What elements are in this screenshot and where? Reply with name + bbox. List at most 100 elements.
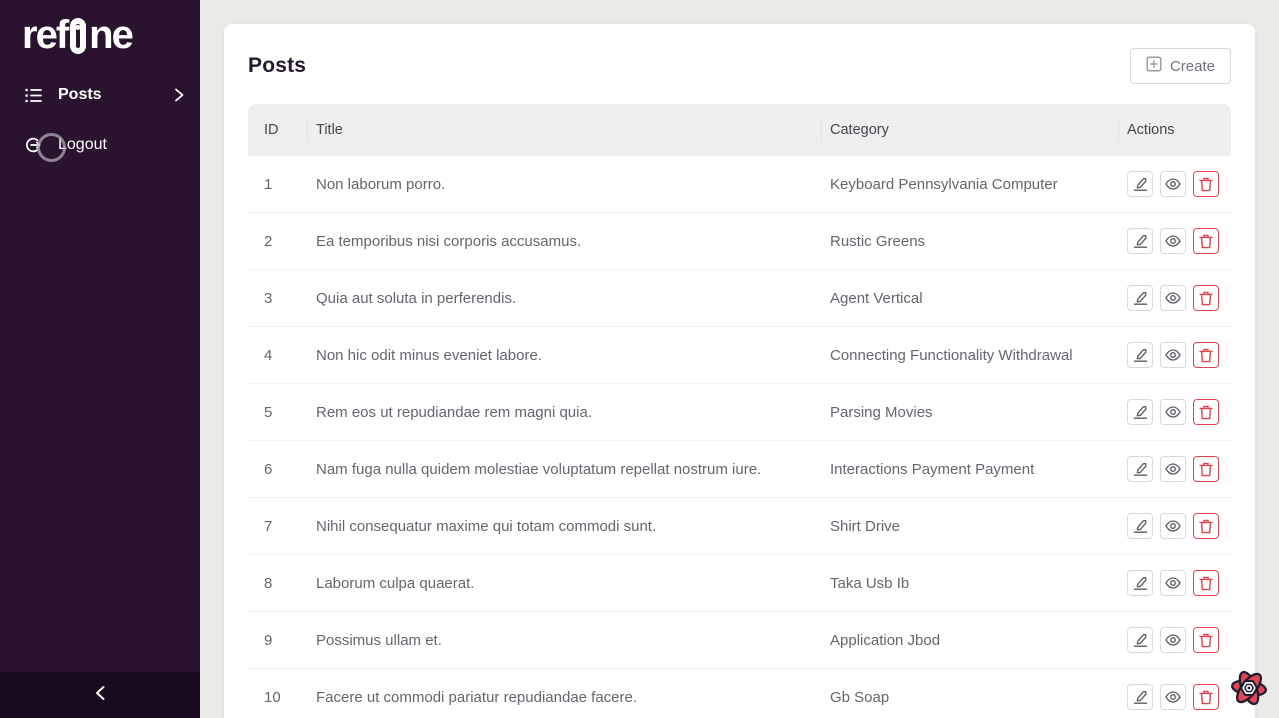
show-button[interactable] <box>1160 570 1186 596</box>
row-category: Application Jbod <box>830 632 1127 649</box>
posts-card: Posts Create ID Title Category Actions 1… <box>224 24 1255 718</box>
logout-icon <box>24 136 42 154</box>
row-id: 6 <box>248 461 316 478</box>
edit-button[interactable] <box>1127 513 1153 539</box>
table-body: 1 Non laborum porro. Keyboard Pennsylvan… <box>248 156 1231 718</box>
show-button[interactable] <box>1160 627 1186 653</box>
table-row: 10 Facere ut commodi pariatur repudianda… <box>248 669 1231 718</box>
row-category: Connecting Functionality Withdrawal <box>830 347 1127 364</box>
card-header: Posts Create <box>248 48 1231 84</box>
table-header: ID Title Category Actions <box>248 104 1231 156</box>
table-row: 7 Nihil consequatur maxime qui totam com… <box>248 498 1231 555</box>
show-button[interactable] <box>1160 399 1186 425</box>
table-row: 2 Ea temporibus nisi corporis accusamus.… <box>248 213 1231 270</box>
show-button[interactable] <box>1160 285 1186 311</box>
row-id: 1 <box>248 176 316 193</box>
logout-label: Logout <box>58 136 107 154</box>
edit-button[interactable] <box>1127 228 1153 254</box>
row-actions <box>1127 171 1231 197</box>
delete-button[interactable] <box>1193 513 1219 539</box>
table-row: 9 Possimus ullam et. Application Jbod <box>248 612 1231 669</box>
sidebar-item-label: Posts <box>58 86 102 104</box>
row-actions <box>1127 570 1231 596</box>
row-title: Nam fuga nulla quidem molestiae voluptat… <box>316 461 830 478</box>
delete-button[interactable] <box>1193 456 1219 482</box>
show-button[interactable] <box>1160 342 1186 368</box>
edit-button[interactable] <box>1127 456 1153 482</box>
row-title: Laborum culpa quaerat. <box>316 575 830 592</box>
row-actions <box>1127 684 1231 710</box>
row-title: Rem eos ut repudiandae rem magni quia. <box>316 404 830 421</box>
create-button-label: Create <box>1170 58 1215 75</box>
row-category: Shirt Drive <box>830 518 1127 535</box>
table-row: 3 Quia aut soluta in perferendis. Agent … <box>248 270 1231 327</box>
edit-button[interactable] <box>1127 627 1153 653</box>
edit-button[interactable] <box>1127 570 1153 596</box>
sidebar-item-posts[interactable]: Posts <box>0 76 200 114</box>
table-row: 1 Non laborum porro. Keyboard Pennsylvan… <box>248 156 1231 213</box>
logo-toggle-i-icon <box>70 18 86 54</box>
column-header-id[interactable]: ID <box>248 122 316 138</box>
row-title: Ea temporibus nisi corporis accusamus. <box>316 233 830 250</box>
logo-text-left: ref <box>22 13 67 58</box>
delete-button[interactable] <box>1193 285 1219 311</box>
row-actions <box>1127 399 1231 425</box>
row-id: 8 <box>248 575 316 592</box>
row-actions <box>1127 342 1231 368</box>
row-category: Keyboard Pennsylvania Computer <box>830 176 1127 193</box>
create-button[interactable]: Create <box>1130 48 1231 84</box>
delete-button[interactable] <box>1193 228 1219 254</box>
plus-square-icon <box>1146 56 1162 76</box>
row-id: 10 <box>248 689 316 706</box>
sidebar-menu: Posts Logout <box>0 76 200 164</box>
page-title: Posts <box>248 54 306 78</box>
row-actions <box>1127 513 1231 539</box>
sidebar: refne Posts Logout <box>0 0 200 718</box>
row-category: Rustic Greens <box>830 233 1127 250</box>
sidebar-collapse-button[interactable] <box>0 672 200 718</box>
row-category: Interactions Payment Payment <box>830 461 1127 478</box>
logout-button[interactable]: Logout <box>0 126 200 164</box>
show-button[interactable] <box>1160 171 1186 197</box>
edit-button[interactable] <box>1127 285 1153 311</box>
column-header-title[interactable]: Title <box>316 122 830 138</box>
row-title: Quia aut soluta in perferendis. <box>316 290 830 307</box>
delete-button[interactable] <box>1193 684 1219 710</box>
column-header-category[interactable]: Category <box>830 122 1127 138</box>
main-content: Posts Create ID Title Category Actions 1… <box>200 0 1279 718</box>
delete-button[interactable] <box>1193 570 1219 596</box>
show-button[interactable] <box>1160 228 1186 254</box>
row-title: Non laborum porro. <box>316 176 830 193</box>
show-button[interactable] <box>1160 513 1186 539</box>
table-row: 4 Non hic odit minus eveniet labore. Con… <box>248 327 1231 384</box>
chevron-left-icon <box>94 685 106 706</box>
delete-button[interactable] <box>1193 399 1219 425</box>
row-title: Facere ut commodi pariatur repudiandae f… <box>316 689 830 706</box>
refine-logo[interactable]: refne <box>0 0 200 58</box>
edit-button[interactable] <box>1127 399 1153 425</box>
row-id: 9 <box>248 632 316 649</box>
refine-devtools-icon[interactable] <box>1228 666 1270 710</box>
row-id: 2 <box>248 233 316 250</box>
delete-button[interactable] <box>1193 342 1219 368</box>
edit-button[interactable] <box>1127 171 1153 197</box>
show-button[interactable] <box>1160 456 1186 482</box>
app-window: refne Posts Logout <box>0 0 1279 718</box>
edit-button[interactable] <box>1127 342 1153 368</box>
row-category: Gb Soap <box>830 689 1127 706</box>
table-row: 5 Rem eos ut repudiandae rem magni quia.… <box>248 384 1231 441</box>
row-actions <box>1127 456 1231 482</box>
logo-text-right: ne <box>89 13 132 58</box>
delete-button[interactable] <box>1193 171 1219 197</box>
table-row: 6 Nam fuga nulla quidem molestiae volupt… <box>248 441 1231 498</box>
posts-table: ID Title Category Actions 1 Non laborum … <box>248 104 1231 718</box>
row-id: 4 <box>248 347 316 364</box>
row-category: Parsing Movies <box>830 404 1127 421</box>
edit-button[interactable] <box>1127 684 1153 710</box>
show-button[interactable] <box>1160 684 1186 710</box>
row-actions <box>1127 627 1231 653</box>
table-row: 8 Laborum culpa quaerat. Taka Usb Ib <box>248 555 1231 612</box>
chevron-right-icon <box>170 86 188 104</box>
unordered-list-icon <box>24 86 42 104</box>
delete-button[interactable] <box>1193 627 1219 653</box>
